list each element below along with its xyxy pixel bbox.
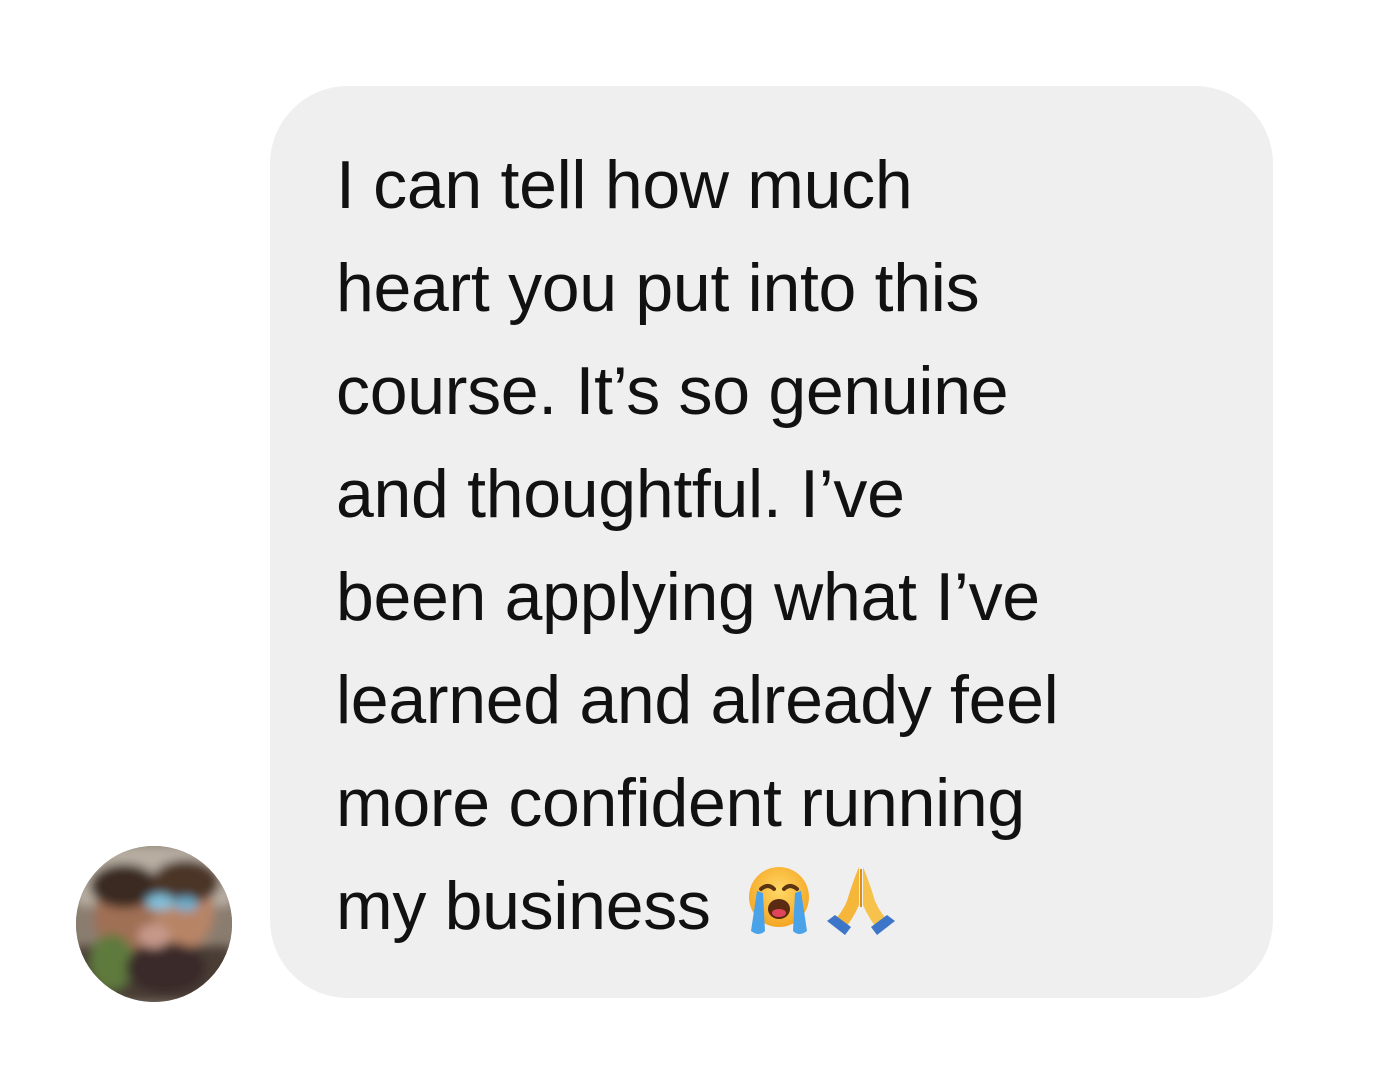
message-text: I can tell how much heart you put into t… — [336, 134, 1236, 958]
message-line-last: my business — [336, 855, 1236, 958]
message-line: more confident running — [336, 765, 1025, 841]
message-line: I can tell how much — [336, 147, 913, 223]
message-line: and thoughtful. I’ve — [336, 456, 905, 532]
message-line: been applying what I’ve — [336, 559, 1040, 635]
message-line: course. It’s so genuine — [336, 353, 1009, 429]
avatar-photo-icon — [76, 846, 232, 1002]
loudly-crying-face-icon — [741, 861, 817, 937]
message-bubble[interactable]: I can tell how much heart you put into t… — [270, 86, 1273, 998]
message-line: heart you put into this — [336, 250, 980, 326]
message-line: learned and already feel — [336, 662, 1059, 738]
message-row: I can tell how much heart you put into t… — [0, 0, 1387, 1080]
message-line-text: my business — [336, 868, 711, 944]
avatar[interactable] — [76, 846, 232, 1002]
folded-hands-icon — [823, 861, 899, 937]
